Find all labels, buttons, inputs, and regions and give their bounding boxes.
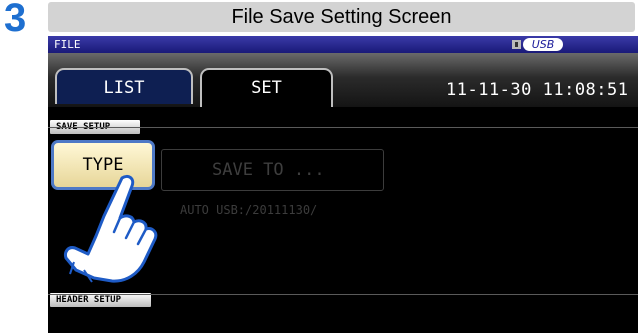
title-bar: FILE USB bbox=[48, 36, 638, 53]
step-number: 3 bbox=[4, 0, 27, 40]
header-setup-divider bbox=[48, 294, 638, 295]
save-mode-path: AUTO USB:/20111130/ bbox=[180, 203, 318, 217]
usb-label: USB bbox=[523, 38, 563, 51]
window-title: FILE bbox=[54, 38, 81, 51]
save-to-button[interactable]: SAVE TO ... bbox=[161, 149, 384, 191]
save-setup-divider bbox=[48, 127, 638, 128]
device-screen: FILE USB LIST SET 11-11-30 11:08:51 SAVE… bbox=[48, 36, 638, 333]
pointing-hand-icon bbox=[64, 174, 158, 283]
header-setup-section-label: HEADER SETUP bbox=[50, 293, 152, 307]
tab-list[interactable]: LIST bbox=[55, 68, 193, 104]
screen-caption: File Save Setting Screen bbox=[48, 2, 635, 32]
tab-set[interactable]: SET bbox=[200, 68, 333, 107]
tab-bar: LIST SET 11-11-30 11:08:51 bbox=[48, 53, 638, 107]
datetime-display: 11-11-30 11:08:51 bbox=[446, 80, 629, 100]
usb-icon bbox=[512, 40, 521, 49]
